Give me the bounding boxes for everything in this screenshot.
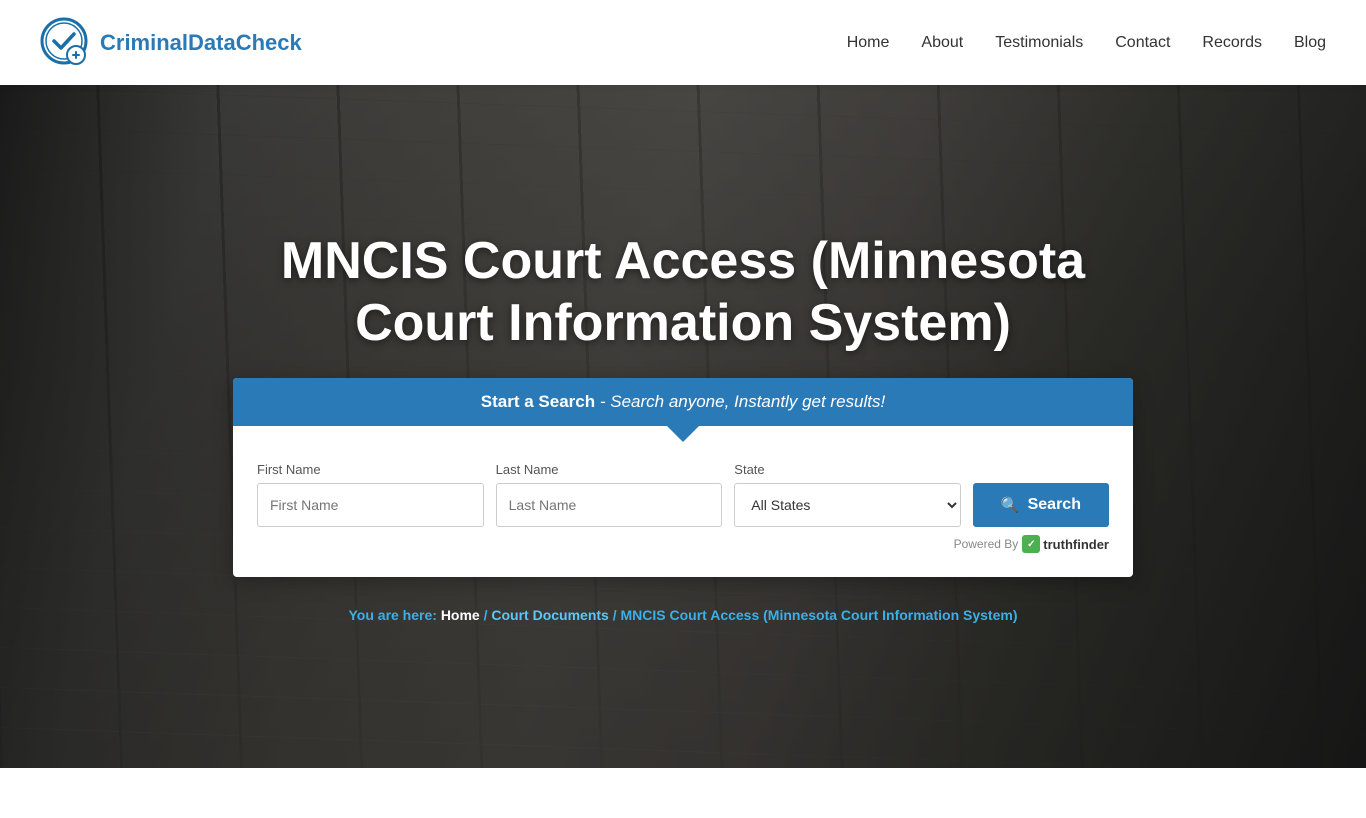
- nav-about[interactable]: About: [921, 34, 963, 52]
- breadcrumb-current: MNCIS Court Access (Minnesota Court Info…: [621, 607, 1018, 623]
- breadcrumb-home[interactable]: Home: [441, 607, 480, 623]
- first-name-label: First Name: [257, 462, 484, 477]
- nav-home[interactable]: Home: [847, 34, 890, 52]
- search-icon: 🔍: [1001, 496, 1020, 514]
- search-header: Start a Search - Search anyone, Instantl…: [233, 378, 1133, 426]
- truthfinder-icon: ✓: [1022, 535, 1040, 553]
- search-header-bold: Start a Search: [481, 392, 595, 411]
- powered-by: Powered By ✓ truthfinder: [257, 535, 1109, 553]
- breadcrumb: You are here: Home / Court Documents / M…: [348, 607, 1017, 623]
- hero-title: MNCIS Court Access (Minnesota Court Info…: [233, 230, 1133, 355]
- hero-section: MNCIS Court Access (Minnesota Court Info…: [0, 85, 1366, 768]
- logo-text: CriminalDataCheck: [100, 30, 302, 56]
- search-header-text: Start a Search - Search anyone, Instantl…: [481, 392, 885, 411]
- state-select[interactable]: All States Alabama Alaska Arizona Arkans…: [734, 483, 961, 527]
- breadcrumb-prefix: You are here:: [348, 607, 440, 623]
- state-field-group: State All States Alabama Alaska Arizona …: [734, 462, 961, 527]
- search-fields-row: First Name Last Name State All States Al…: [257, 462, 1109, 527]
- first-name-field-group: First Name: [257, 462, 484, 527]
- nav-records[interactable]: Records: [1202, 34, 1262, 52]
- nav-contact[interactable]: Contact: [1115, 34, 1170, 52]
- hero-content: MNCIS Court Access (Minnesota Court Info…: [0, 230, 1366, 624]
- nav-testimonials[interactable]: Testimonials: [995, 34, 1083, 52]
- logo-link[interactable]: CriminalDataCheck: [40, 17, 302, 69]
- breadcrumb-court-docs: Court Documents: [491, 607, 608, 623]
- truthfinder-logo: ✓ truthfinder: [1022, 535, 1109, 553]
- search-container: Start a Search - Search anyone, Instantl…: [233, 378, 1133, 577]
- header: CriminalDataCheck Home About Testimonial…: [0, 0, 1366, 85]
- search-button-label: Search: [1028, 496, 1081, 514]
- truthfinder-brand: truthfinder: [1043, 537, 1109, 552]
- search-header-italic: - Search anyone, Instantly get results!: [600, 392, 885, 411]
- last-name-input[interactable]: [496, 483, 723, 527]
- bottom-section: [0, 768, 1366, 818]
- main-nav: Home About Testimonials Contact Records …: [847, 34, 1326, 52]
- search-form: First Name Last Name State All States Al…: [233, 442, 1133, 577]
- nav-blog[interactable]: Blog: [1294, 34, 1326, 52]
- last-name-field-group: Last Name: [496, 462, 723, 527]
- search-button[interactable]: 🔍 Search: [973, 483, 1109, 527]
- first-name-input[interactable]: [257, 483, 484, 527]
- breadcrumb-separator-2: /: [613, 607, 621, 623]
- powered-by-label: Powered By: [954, 537, 1019, 551]
- logo-icon: [40, 17, 92, 69]
- state-label: State: [734, 462, 961, 477]
- last-name-label: Last Name: [496, 462, 723, 477]
- search-arrow: [667, 426, 699, 442]
